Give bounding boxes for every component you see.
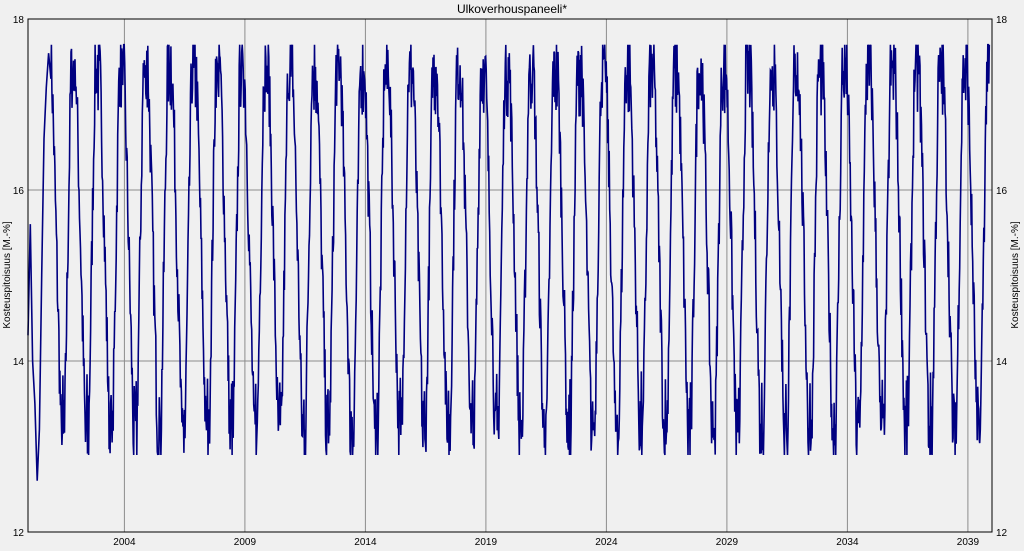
x-tick-label: 2039 [957,537,980,548]
x-ticks: 2004 2009 2014 2019 2024 2029 2034 2039 [113,537,979,548]
y-tick-label-left: 12 [13,528,25,539]
chart-title: Ulkoverhouspaneeli* [457,2,567,16]
x-tick-label: 2034 [836,537,859,548]
x-tick-label: 2004 [113,537,136,548]
y-axis-label-right: Kosteuspitoisuus [M.-%] [1010,221,1021,328]
y-tick-label-right: 18 [996,15,1008,26]
y-tick-label-right: 16 [996,186,1008,197]
y-tick-label-right: 14 [996,357,1008,368]
x-tick-label: 2014 [354,537,377,548]
y-tick-label-left: 16 [13,186,25,197]
y-ticks-left: 12 14 16 18 [13,15,25,539]
y-axis-label-left: Kosteuspitoisuus [M.-%] [2,221,13,328]
x-tick-label: 2029 [716,537,739,548]
chart: Ulkoverhouspaneeli* 12 14 16 18 12 14 16 18 20… [2,2,1021,548]
x-tick-label: 2019 [475,537,498,548]
x-tick-label: 2009 [234,537,257,548]
y-tick-label-left: 14 [13,357,25,368]
y-tick-label-left: 18 [13,15,25,26]
y-ticks-right: 12 14 16 18 [996,15,1008,539]
y-tick-label-right: 12 [996,528,1008,539]
x-tick-label: 2024 [595,537,618,548]
